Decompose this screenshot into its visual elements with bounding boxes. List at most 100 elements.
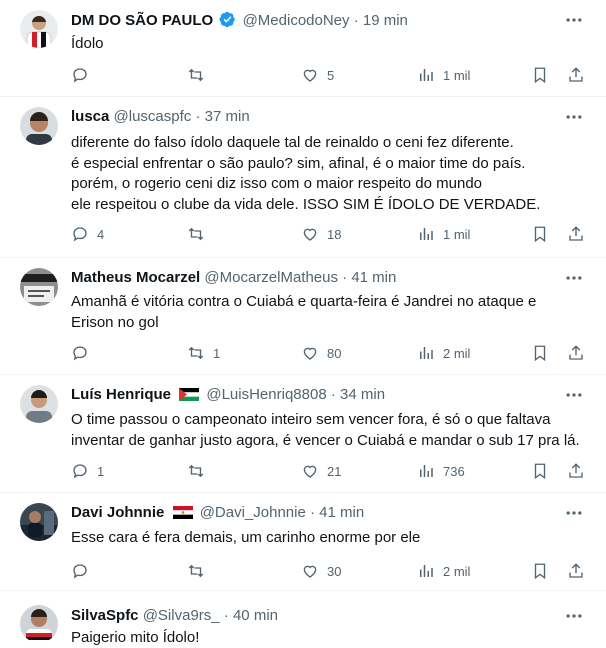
timestamp[interactable]: 41 min: [319, 504, 364, 521]
bookmark-button[interactable]: [531, 342, 549, 364]
tweet[interactable]: Luís Henrique @LuisHenriq8808 · 34 min O…: [0, 375, 606, 493]
timestamp[interactable]: 37 min: [205, 108, 250, 125]
author-handle[interactable]: @MocarzelMatheus: [204, 269, 338, 286]
views-count: 2 mil: [443, 563, 471, 579]
retweet-count: 1: [213, 345, 221, 361]
bookmark-button[interactable]: [531, 460, 549, 482]
views-button[interactable]: 1 mil: [417, 223, 470, 245]
palestine-flag-icon: [179, 388, 200, 406]
like-button[interactable]: 21: [301, 460, 341, 482]
views-count: 1 mil: [443, 226, 471, 242]
separator: ·: [310, 504, 315, 521]
reply-button[interactable]: 4: [71, 223, 104, 245]
tweet[interactable]: SilvaSpfc @Silva9rs_ · 40 min Paigerio m…: [0, 591, 606, 648]
author-handle[interactable]: @MedicodoNey: [243, 12, 350, 29]
bookmark-icon: [534, 226, 546, 243]
timestamp[interactable]: 34 min: [340, 386, 385, 403]
bookmark-icon: [534, 463, 546, 480]
author-handle[interactable]: @Davi_Johnnie: [200, 504, 306, 521]
author-handle[interactable]: @Silva9rs_: [143, 607, 220, 624]
author-name[interactable]: lusca: [71, 108, 109, 125]
tweet[interactable]: Davi Johnnie @Davi_Johnnie · 41 min Esse…: [0, 493, 606, 591]
bookmark-button[interactable]: [531, 223, 549, 245]
share-button[interactable]: [567, 64, 585, 86]
retweet-button[interactable]: 1: [187, 342, 220, 364]
avatar[interactable]: [20, 385, 58, 423]
more-icon[interactable]: [564, 107, 584, 127]
avatar[interactable]: [20, 107, 58, 145]
tweet[interactable]: DM DO SÃO PAULO @MedicodoNey · 19 min Íd…: [0, 0, 606, 97]
bookmark-button[interactable]: [531, 64, 549, 86]
timestamp[interactable]: 19 min: [363, 12, 408, 29]
like-button[interactable]: 18: [301, 223, 341, 245]
avatar[interactable]: [20, 10, 58, 48]
reply-count: 4: [97, 226, 105, 242]
author-handle[interactable]: @luscaspfc: [114, 108, 192, 125]
tweet[interactable]: Matheus Mocarzel @MocarzelMatheus · 41 m…: [0, 258, 606, 375]
tweet-text-line: diferente do falso ídolo daquele tal de …: [71, 134, 514, 151]
retweet-button[interactable]: [187, 64, 213, 86]
author-name[interactable]: SilvaSpfc: [71, 607, 139, 624]
like-button[interactable]: 5: [301, 64, 334, 86]
action-bar: 1 21 736: [71, 460, 586, 482]
views-count: 2 mil: [443, 345, 471, 361]
timestamp[interactable]: 41 min: [351, 269, 396, 286]
avatar[interactable]: [20, 503, 58, 541]
tweet-text-line: Erison no gol: [71, 314, 159, 331]
author-name[interactable]: Davi Johnnie: [71, 504, 164, 521]
author-name[interactable]: Matheus Mocarzel: [71, 269, 200, 286]
more-icon[interactable]: [564, 503, 584, 523]
views-button[interactable]: 1 mil: [417, 64, 470, 86]
reply-button[interactable]: [71, 64, 97, 86]
reply-button[interactable]: 1: [71, 460, 104, 482]
avatar[interactable]: [20, 605, 58, 643]
tweet-text-line: é especial enfrentar o são paulo? sim, a…: [71, 154, 526, 172]
more-icon[interactable]: [564, 10, 584, 30]
views-count: 1 mil: [443, 67, 471, 83]
like-count: 21: [327, 463, 342, 479]
like-button[interactable]: 30: [301, 560, 341, 582]
reply-button[interactable]: [71, 342, 97, 364]
tweet-text-line: Amanhã é vitória contra o Cuiabá e quart…: [71, 293, 537, 310]
retweet-icon: [188, 227, 204, 241]
author-name[interactable]: Luís Henrique: [71, 386, 171, 403]
like-icon: [303, 347, 317, 360]
more-icon[interactable]: [564, 385, 584, 405]
avatar[interactable]: [20, 268, 58, 306]
like-icon: [303, 565, 317, 578]
bookmark-icon: [534, 345, 546, 362]
author-handle[interactable]: @LuisHenriq8808: [206, 386, 326, 403]
verified-badge-icon: [219, 11, 236, 33]
share-button[interactable]: [567, 460, 585, 482]
views-icon: [420, 69, 433, 81]
bookmark-button[interactable]: [531, 560, 549, 582]
tweet-text-line: O time passou o campeonato inteiro sem v…: [71, 411, 551, 428]
tweet-text: Esse cara é fera demais, um carinho enor…: [71, 527, 591, 548]
share-button[interactable]: [567, 342, 585, 364]
more-icon[interactable]: [564, 268, 584, 288]
retweet-button[interactable]: [187, 560, 213, 582]
like-button[interactable]: 80: [301, 342, 341, 364]
share-icon: [569, 67, 583, 82]
like-icon: [303, 69, 317, 82]
views-count: 736: [443, 463, 465, 479]
views-button[interactable]: 2 mil: [417, 342, 470, 364]
views-button[interactable]: 736: [417, 460, 465, 482]
retweet-button[interactable]: [187, 460, 213, 482]
tweet[interactable]: lusca @luscaspfc · 37 min diferente do f…: [0, 97, 606, 258]
retweet-icon: [188, 68, 204, 82]
like-icon: [303, 465, 317, 478]
tweet-text-line: Paigerio mito Ídolo!: [71, 629, 200, 646]
share-button[interactable]: [567, 223, 585, 245]
reply-count: 1: [97, 463, 105, 479]
views-button[interactable]: 2 mil: [417, 560, 470, 582]
action-bar: 30 2 mil: [71, 560, 586, 582]
timestamp[interactable]: 40 min: [233, 607, 278, 624]
more-icon[interactable]: [564, 606, 584, 626]
share-button[interactable]: [567, 560, 585, 582]
views-icon: [420, 347, 433, 359]
retweet-button[interactable]: [187, 223, 213, 245]
reply-button[interactable]: [71, 560, 97, 582]
author-name[interactable]: DM DO SÃO PAULO: [71, 12, 213, 29]
tweet-text-line: inventar de ganhar justo agora, é vencer…: [71, 432, 580, 449]
